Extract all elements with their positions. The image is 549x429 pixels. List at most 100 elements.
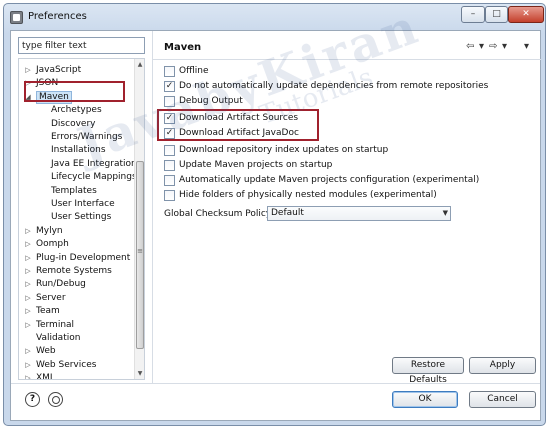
tree-item[interactable]: User Settings [19,210,133,224]
option-label: Automatically update Maven projects conf… [179,175,480,185]
tree-item[interactable]: ▷ Plug-in Development [19,251,133,265]
option-checkbox[interactable]: ✓ [164,113,175,124]
collapsed-arrow-icon[interactable]: ▷ [24,76,32,90]
tree-item[interactable]: ▷ Run/Debug [19,277,133,291]
collapsed-arrow-icon[interactable]: ▷ [24,251,32,265]
scroll-up-arrow-icon[interactable]: ▲ [135,59,144,70]
tree-item-label: Installations [51,145,106,156]
option-checkbox[interactable] [164,145,175,156]
option-label: Download repository index updates on sta… [179,145,389,155]
preference-recorder-icon[interactable] [48,392,63,407]
checksum-policy-label: Global Checksum Policy: [164,209,274,219]
title-separator [153,59,541,60]
collapsed-arrow-icon[interactable]: ▷ [24,291,32,305]
scroll-down-arrow-icon[interactable]: ▼ [135,368,144,379]
collapsed-arrow-icon[interactable]: ▷ [24,224,32,238]
tree-item[interactable]: ▷ Mylyn [19,224,133,238]
option-checkbox[interactable]: ✓ [164,81,175,92]
option-checkbox[interactable] [164,190,175,201]
tree-item[interactable]: ▷ Remote Systems [19,264,133,278]
tree-item[interactable]: Errors/Warnings [19,130,133,144]
option-checkbox[interactable] [164,96,175,107]
tree-item-label: User Settings [51,212,112,223]
apply-button[interactable]: Apply [469,357,536,374]
tree-item[interactable]: Lifecycle Mappings [19,170,137,184]
forward-arrow-icon[interactable]: ⇨ [489,40,497,54]
option-checkbox[interactable] [164,66,175,77]
tree-item-label: XML [36,373,55,380]
tree-item-label: Web Services [36,359,97,370]
collapsed-arrow-icon[interactable]: ▷ [24,344,32,358]
tree-item[interactable]: ▷ XML [19,371,133,380]
tree-item[interactable]: ▷ Server [19,291,133,305]
minimize-button[interactable]: – [461,6,485,23]
option-label: Update Maven projects on startup [179,160,333,170]
tree-item[interactable]: Validation [19,331,133,345]
help-icon[interactable]: ? [25,392,40,407]
tree-item-label: Remote Systems [36,266,112,276]
maximize-button[interactable]: □ [485,6,508,23]
window-title: Preferences [28,11,87,22]
tree-item-label: Web [36,346,56,357]
tree-item-label: Terminal [36,319,75,330]
collapsed-arrow-icon[interactable]: ▷ [24,304,32,318]
tree-item-label: Maven [36,90,72,104]
close-button[interactable]: ✕ [508,6,544,23]
option-checkbox[interactable] [164,175,175,186]
preferences-tree: ▷ XML ▷ Web Services ▷ Web Validation ▷ Terminal… [18,58,145,380]
title-bar[interactable]: Preferences – □ ✕ [4,4,545,30]
collapsed-arrow-icon[interactable]: ▷ [24,264,32,278]
scroll-thumb[interactable]: ≡ [136,161,144,349]
tree-item[interactable]: ▷ Oomph [19,237,133,251]
preferences-window: Preferences – □ ✕ ▷ XML ▷ Web Services ▷ Web V… [3,3,546,426]
tree-item[interactable]: Templates [19,184,133,198]
collapsed-arrow-icon[interactable]: ▷ [24,358,32,372]
tree-item[interactable]: ▷ Terminal [19,318,133,332]
tree-item-label: JavaScript [36,65,82,75]
tree-item-label: Server [36,292,66,303]
tree-item[interactable]: Discovery [19,117,133,131]
collapsed-arrow-icon[interactable]: ▷ [24,371,32,379]
option-checkbox[interactable] [164,160,175,171]
restore-defaults-button[interactable]: Restore Defaults [392,357,464,385]
tree-item-label: JSON [36,78,59,89]
dropdown-arrow-icon: ▼ [442,209,448,217]
option-checkbox[interactable]: ✓ [164,128,175,139]
tree-item[interactable]: ◢ Maven [19,90,133,104]
tree-item[interactable]: ▷ Web [19,344,133,358]
tree-item-label: Oomph [36,239,69,250]
option-label: Hide folders of physically nested module… [179,190,437,200]
filter-input[interactable] [18,37,145,54]
tree-item-label: Discovery [51,118,96,129]
tree-item-label: Archetypes [51,105,102,116]
tree-item[interactable]: User Interface [19,197,133,211]
pane-divider[interactable] [152,31,153,383]
expanded-arrow-icon[interactable]: ◢ [24,90,32,104]
tree-item[interactable]: ▷ JSON [19,76,133,90]
checksum-policy-select[interactable]: Default ▼ [267,206,451,221]
collapsed-arrow-icon[interactable]: ▷ [24,63,32,77]
back-menu-chevron-icon[interactable]: ▾ [479,40,484,54]
app-icon [10,11,23,24]
collapsed-arrow-icon[interactable]: ▷ [24,237,32,251]
option-label: Download Artifact JavaDoc [179,128,299,138]
tree-item[interactable]: ▷ Team [19,304,133,318]
tree-item-label: User Interface [51,199,115,209]
tree-item-label: Validation [36,333,81,343]
ok-button[interactable]: OK [392,391,458,408]
tree-item-label: Java EE Integration [51,158,137,169]
collapsed-arrow-icon[interactable]: ▷ [24,277,32,291]
view-menu-chevron-icon[interactable]: ▾ [524,40,529,54]
back-arrow-icon[interactable]: ⇦ [466,40,474,54]
tree-item[interactable]: ▷ Web Services [19,358,133,372]
tree-item[interactable]: ▷ JavaScript [19,63,133,77]
option-label: Download Artifact Sources [179,113,299,123]
tree-scrollbar[interactable]: ▲ ≡ ▼ [134,59,144,379]
collapsed-arrow-icon[interactable]: ▷ [24,318,32,332]
tree-item[interactable]: Archetypes [19,103,133,117]
tree-item[interactable]: Java EE Integration [19,157,137,171]
forward-menu-chevron-icon[interactable]: ▾ [502,40,507,54]
tree-item-label: Team [36,306,60,317]
cancel-button[interactable]: Cancel [469,391,536,408]
tree-item[interactable]: Installations [19,143,133,157]
